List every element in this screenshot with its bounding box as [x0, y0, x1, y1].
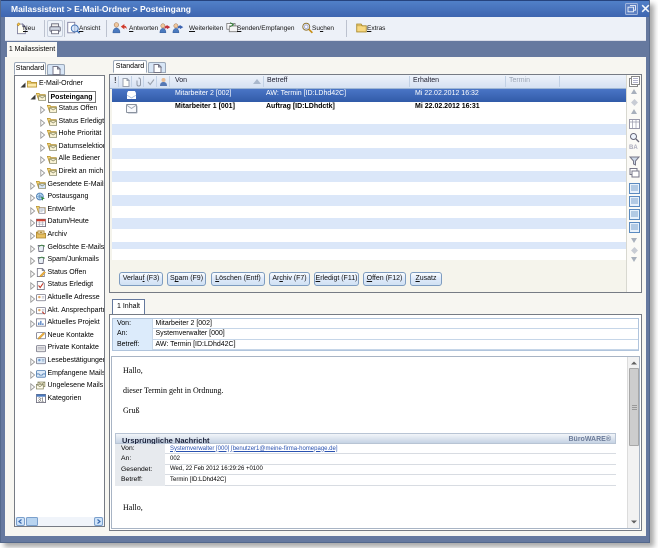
svg-text:31: 31	[38, 397, 44, 403]
